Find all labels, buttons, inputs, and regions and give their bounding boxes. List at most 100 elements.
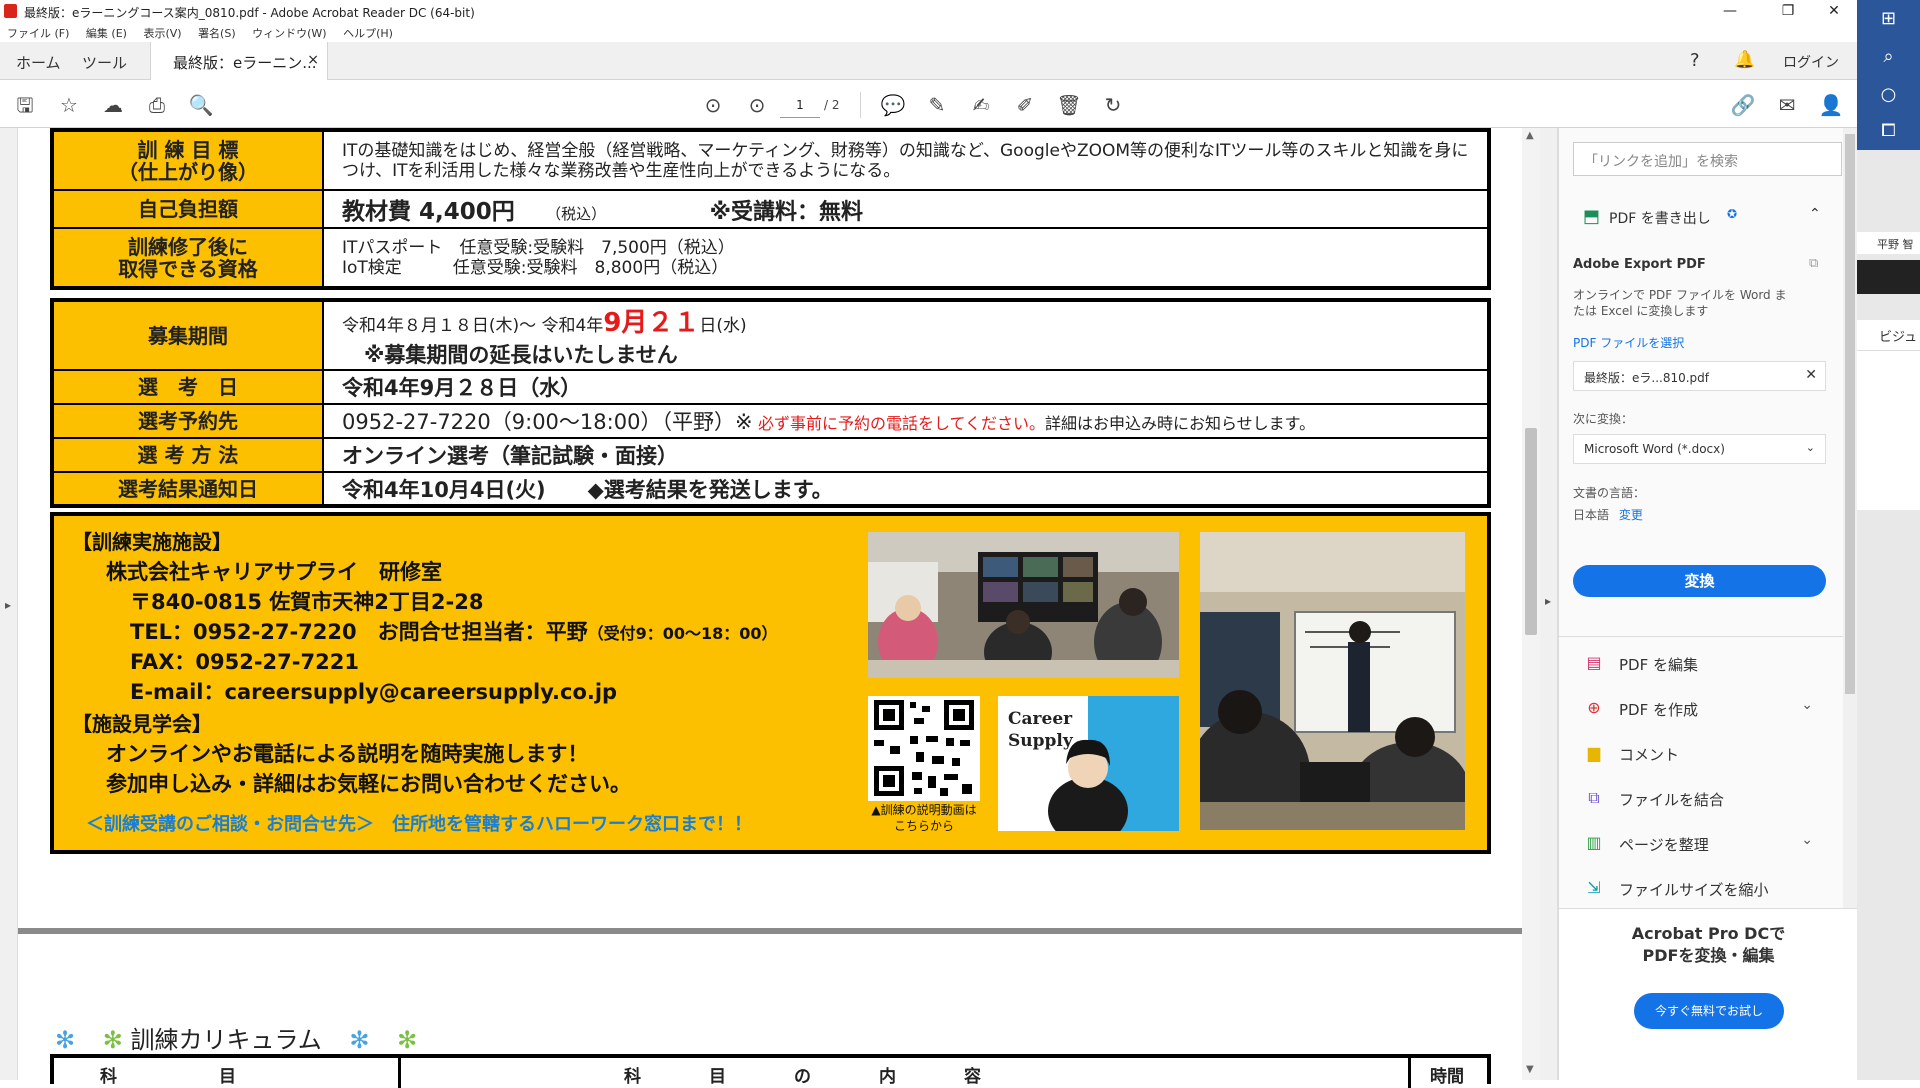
export-pdf-header[interactable]: ⬒ PDF を書き出し ✪ ⌃ — [1573, 198, 1842, 238]
menu-sign[interactable]: 署名(S) — [191, 22, 242, 41]
acrobat-app-icon — [4, 4, 17, 18]
value-result-date: 令和4年10月4日(火) ◆選考結果を発送します。 — [322, 471, 1490, 507]
tool-edit-pdf[interactable]: ▤ PDF を編集 — [1583, 652, 1833, 676]
tools-search-input[interactable]: 「リンクを追加」を検索 — [1573, 142, 1842, 176]
menu-edit[interactable]: 編集 (E) — [79, 22, 133, 41]
convert-format-select[interactable]: Microsoft Word (*.docx) ⌄ — [1573, 434, 1826, 464]
comment-icon[interactable]: 💬 — [880, 92, 906, 118]
scrollbar-thumb[interactable] — [1525, 428, 1537, 635]
menu-window[interactable]: ウィンドウ(W) — [245, 22, 332, 41]
tab-home[interactable]: ホーム — [16, 52, 61, 73]
label-reservation: 選考予約先 — [51, 403, 324, 439]
redo-icon[interactable]: ↻ — [1100, 92, 1126, 118]
tab-document-label: 最終版：eラーニン... — [173, 54, 317, 72]
menu-help[interactable]: ヘルプ(H) — [336, 22, 399, 41]
chevron-up-icon[interactable]: ⌃ — [1809, 206, 1821, 222]
visit-line2: 参加申し込み・詳細はお気軽にお問い合わせください。 — [106, 772, 631, 796]
tab-document[interactable]: 最終版：eラーニン... × — [150, 42, 328, 80]
zoom-search-icon[interactable]: 🔍 — [188, 92, 214, 118]
close-tab-icon[interactable]: × — [307, 52, 319, 68]
windows-logo-icon[interactable]: ⊞ — [1857, 8, 1920, 29]
search-icon[interactable]: ⌕ — [1857, 46, 1920, 67]
pane-splitter[interactable]: ▸ — [1540, 128, 1558, 1080]
qr-code[interactable] — [868, 696, 980, 801]
tool-organize-pages-label: ページを整理 — [1619, 836, 1709, 854]
print-icon[interactable]: ⎙ — [144, 92, 170, 118]
tool-create-pdf-label: PDF を作成 — [1619, 701, 1698, 719]
add-user-icon[interactable]: 👤 — [1818, 92, 1844, 118]
divider — [1559, 636, 1843, 637]
label-training-goal: 訓 練 目 標 （仕上がり像） — [51, 129, 324, 191]
left-panel-collapsed[interactable]: ▸ — [0, 128, 18, 1080]
peek-label[interactable]: ビジュ — [1857, 320, 1920, 350]
export-pdf-icon: ⬒ — [1583, 206, 1601, 227]
share-link-icon[interactable]: 🔗 — [1730, 92, 1756, 118]
doc-lang-label: 文書の言語： — [1573, 486, 1646, 500]
change-lang-link[interactable]: 変更 — [1619, 508, 1643, 522]
facility-email: E-mail：careersupply@careersupply.co.jp — [130, 680, 618, 704]
col-divider — [1408, 1058, 1411, 1088]
prev-page-icon[interactable]: ⊙ — [700, 92, 726, 118]
bookmark-star-icon[interactable]: ☆ — [56, 92, 82, 118]
selected-file-field[interactable]: 最終版：eラ...810.pdf ✕ — [1573, 361, 1826, 391]
copy-icon[interactable]: ⧉ — [1809, 256, 1818, 271]
peek-dark-bar — [1857, 260, 1920, 294]
facility-address: 〒840-0815 佐賀市天神2丁目2-28 — [130, 590, 484, 614]
help-icon[interactable]: ? — [1690, 50, 1700, 71]
tools-pane-scrollbar[interactable] — [1843, 128, 1857, 908]
peek-user[interactable]: 平野 智 — [1857, 232, 1920, 254]
tool-combine-files[interactable]: ⧉ ファイルを結合 — [1583, 787, 1833, 811]
visit-line1: オンラインやお電話による説明を随時実施します！ — [106, 742, 589, 766]
chevron-down-icon[interactable]: ⌄ — [1801, 832, 1813, 848]
login-link[interactable]: ログイン — [1783, 52, 1839, 72]
menu-file[interactable]: ファイル (F) — [0, 22, 75, 41]
highlight-pen-icon[interactable]: ✎ — [924, 92, 950, 118]
value-selection-method: オンライン選考（筆記試験・面接） — [322, 437, 1490, 473]
cortana-icon[interactable]: ○ — [1857, 84, 1920, 105]
free-trial-button[interactable]: 今すぐ無料でお試し — [1634, 993, 1784, 1029]
page-break — [18, 928, 1522, 934]
right-tools-pane: 「リンクを追加」を検索 ⬒ PDF を書き出し ✪ ⌃ Adobe Export… — [1558, 128, 1858, 1080]
tools-pane-scroll-thumb[interactable] — [1845, 134, 1855, 694]
tool-compress-pdf[interactable]: ⇲ ファイルサイズを縮小 — [1583, 877, 1833, 901]
label-selection-method: 選 考 方 法 — [51, 437, 324, 473]
reservation-phone: 0952-27-7220（9:00～18:00）（平野）※ — [342, 410, 753, 434]
career-supply-video[interactable]: Career Supply 説明コメント — [998, 696, 1179, 831]
col-hours: 時間 — [1430, 1067, 1464, 1087]
trash-icon[interactable]: 🗑 — [1056, 92, 1082, 118]
convert-button[interactable]: 変換 — [1573, 565, 1826, 597]
notification-bell-icon[interactable]: 🔔 — [1734, 50, 1755, 70]
tool-organize-pages[interactable]: ▥ ページを整理 ⌄ — [1583, 832, 1833, 856]
col-content: 科 目 の 内 容 — [624, 1067, 981, 1087]
scroll-up-icon[interactable]: ▲ — [1526, 130, 1534, 141]
export-desc-line2: たは Excel に変換します — [1573, 304, 1709, 318]
tab-tools[interactable]: ツール — [82, 52, 127, 73]
fill-sign-icon[interactable]: ✐ — [1012, 92, 1038, 118]
collapse-right-pane-icon[interactable]: ▸ — [1545, 594, 1551, 608]
next-page-icon[interactable]: ⊙ — [744, 92, 770, 118]
menu-view[interactable]: 表示(V) — [136, 22, 187, 41]
save-icon[interactable]: 🖫 — [12, 92, 38, 118]
mail-icon[interactable]: ✉ — [1774, 92, 1800, 118]
tool-create-pdf[interactable]: ⊕ PDF を作成 ⌄ — [1583, 697, 1833, 721]
minimize-button[interactable]: — — [1707, 0, 1753, 22]
curriculum-title: ✻ ✻ 訓練カリキュラム ✻ ✻ — [55, 1020, 417, 1055]
task-view-icon[interactable]: ⧠ — [1857, 120, 1920, 141]
document-scrollbar[interactable]: ▲ ▼ — [1522, 128, 1540, 1080]
page-number-input[interactable]: 1 — [780, 92, 820, 118]
label-self-pay: 自己負担額 — [51, 189, 324, 229]
value-selection-date: 令和4年9月２８日（水） — [322, 369, 1490, 405]
tool-comment[interactable]: ▆ コメント — [1583, 742, 1833, 766]
clear-file-icon[interactable]: ✕ — [1805, 367, 1817, 383]
scroll-down-icon[interactable]: ▼ — [1526, 1064, 1534, 1075]
maximize-button[interactable]: ❐ — [1765, 0, 1811, 22]
self-pay-amount: 教材費 4,400円 — [342, 199, 515, 225]
chevron-down-icon[interactable]: ⌄ — [1801, 697, 1813, 713]
no-extension-note: ※募集期間の延長はいたしません — [364, 343, 678, 367]
sign-icon[interactable]: ✍ — [968, 92, 994, 118]
facility-tel-hours: （受付9：00～18：00） — [587, 624, 778, 643]
select-pdf-link[interactable]: PDF ファイルを選択 — [1573, 334, 1684, 351]
expand-left-icon[interactable]: ▸ — [5, 598, 11, 612]
upload-cloud-icon[interactable]: ☁ — [100, 92, 126, 118]
close-button[interactable]: ✕ — [1811, 0, 1857, 22]
